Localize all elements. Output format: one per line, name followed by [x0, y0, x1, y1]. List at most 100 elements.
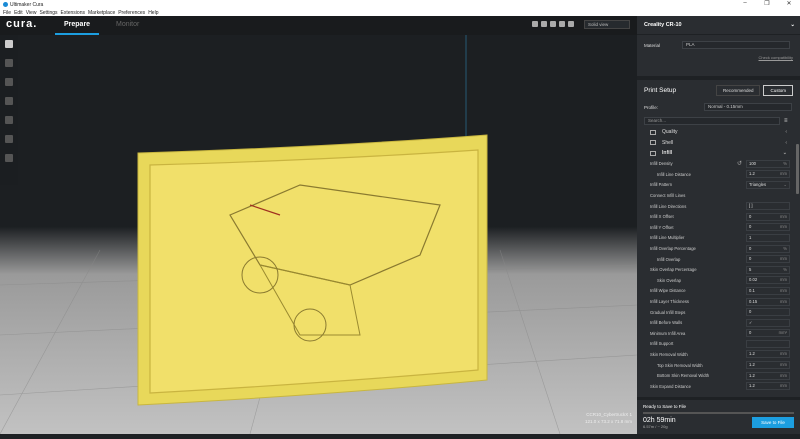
- save-to-file-button[interactable]: Save to File: [752, 417, 794, 428]
- check-compatibility-link[interactable]: Check compatibility: [637, 49, 800, 60]
- menu-item[interactable]: Marketplace: [88, 10, 115, 16]
- minimize-button[interactable]: –: [734, 0, 756, 7]
- tab-monitor[interactable]: Monitor: [116, 21, 139, 28]
- scrollbar[interactable]: [796, 144, 799, 194]
- setting-value-field[interactable]: 0%: [746, 244, 790, 253]
- setting-value-field[interactable]: ✓: [746, 318, 790, 327]
- setting-value: 1.2: [749, 383, 755, 389]
- rotate-tool-icon[interactable]: [5, 97, 13, 105]
- setting-value-field[interactable]: 0.1 mm: [746, 286, 790, 295]
- support-blocker-icon[interactable]: [5, 154, 13, 162]
- setting-value-field[interactable]: Triangles ⌄: [746, 180, 790, 189]
- setting-value-field[interactable]: 1.2 mm: [746, 371, 790, 380]
- setting-unit: mm: [780, 171, 787, 177]
- setting-row: Infill Line Multiplier 1: [637, 233, 800, 244]
- setting-value: 1.2: [749, 372, 755, 378]
- move-tool-icon[interactable]: [5, 59, 13, 67]
- setting-value-field[interactable]: [ ]: [746, 202, 790, 211]
- view-mode-select[interactable]: Solid view: [584, 20, 630, 29]
- setting-row: Infill Overlap Percentage 0%: [637, 243, 800, 254]
- mirror-tool-icon[interactable]: [5, 116, 13, 124]
- menu-bar: File Edit View Settings Extensions Marketplac…: [0, 9, 800, 16]
- view-top-icon[interactable]: [550, 21, 556, 27]
- setting-value-field[interactable]: [746, 339, 790, 348]
- close-button[interactable]: ✕: [778, 0, 800, 7]
- setting-value-field[interactable]: 0 mm²: [746, 329, 790, 338]
- setting-value: 0: [749, 213, 752, 219]
- material-select[interactable]: PLA: [682, 41, 790, 49]
- setting-row: Skin Overlap Percentage 5%: [637, 264, 800, 275]
- category-quality[interactable]: Quality ‹: [637, 127, 800, 138]
- setting-value-field[interactable]: 0 mm: [746, 255, 790, 264]
- setting-row: Infill Support: [637, 339, 800, 350]
- profile-select[interactable]: Normal - 0.15mm: [704, 103, 792, 111]
- 3d-viewport[interactable]: [0, 35, 638, 435]
- setting-value-field[interactable]: 0 mm: [746, 212, 790, 221]
- menu-item[interactable]: Edit: [14, 10, 23, 16]
- settings-search-input[interactable]: Search...: [644, 117, 780, 125]
- setting-value-field[interactable]: 1.2 mm: [746, 361, 790, 370]
- per-model-settings-icon[interactable]: [5, 135, 13, 143]
- setting-unit: mm: [780, 256, 787, 262]
- setting-unit: mm: [780, 224, 787, 230]
- setting-value: 1.2: [749, 362, 755, 368]
- setting-row: Infill X Offset 0 mm: [637, 211, 800, 222]
- setting-value: 1.2: [749, 171, 755, 177]
- setting-value-field[interactable]: 1.2 mm: [746, 350, 790, 359]
- view-front-icon[interactable]: [541, 21, 547, 27]
- setting-value-field[interactable]: 0.02 mm: [746, 276, 790, 285]
- progress-bar: [643, 412, 794, 414]
- setting-label: Skin Overlap Percentage: [650, 267, 697, 273]
- view-3d-icon[interactable]: [532, 21, 538, 27]
- object-info: CCR10_CybertruckX 1 121.0 x 73.2 x 71.8 m…: [560, 411, 632, 425]
- menu-icon[interactable]: ≡: [784, 118, 788, 124]
- chevron-down-icon: ⌄: [790, 22, 795, 28]
- menu-item[interactable]: View: [26, 10, 37, 16]
- category-shell[interactable]: Shell ‹: [637, 138, 800, 149]
- category-icon: [650, 140, 656, 146]
- setting-label: Infill Line Distance: [657, 171, 691, 177]
- setting-value-field[interactable]: 100%: [746, 159, 790, 168]
- setting-value: [ ]: [749, 203, 753, 209]
- setting-value-field[interactable]: 0 mm: [746, 223, 790, 232]
- menu-item[interactable]: Extensions: [61, 10, 85, 16]
- open-file-icon[interactable]: [5, 40, 13, 48]
- header: cura. Prepare Monitor Solid view: [0, 16, 637, 35]
- setting-value-field[interactable]: 1: [746, 233, 790, 242]
- setting-unit: mm²: [778, 330, 787, 336]
- setting-label: Infill Layer Thickness: [650, 299, 690, 305]
- view-right-icon[interactable]: [568, 21, 574, 27]
- brand-logo: cura.: [6, 18, 38, 30]
- category-infill[interactable]: Infill ⌄: [637, 148, 800, 159]
- menu-item[interactable]: Settings: [39, 10, 57, 16]
- setting-value-field[interactable]: 5%: [746, 265, 790, 274]
- status-text: Ready to Save to File: [643, 404, 687, 409]
- menu-item[interactable]: Preferences: [118, 10, 145, 16]
- cura-logo-icon: [3, 2, 8, 7]
- menu-item[interactable]: Help: [148, 10, 158, 16]
- setting-row: Bottom Skin Removal Width 1.2 mm: [637, 370, 800, 381]
- maximize-button[interactable]: ❐: [756, 0, 778, 7]
- setting-label: Gradual Infill Steps: [650, 309, 686, 315]
- setting-value: Triangles: [749, 181, 767, 187]
- menu-item[interactable]: File: [3, 10, 11, 16]
- chevron-icon: ‹: [785, 129, 787, 136]
- setting-value-field[interactable]: 0: [746, 308, 790, 317]
- setting-row: Minimum Infill Area 0 mm²: [637, 328, 800, 339]
- setting-value-field[interactable]: 1.2 mm: [746, 170, 790, 179]
- setting-value-field[interactable]: 0.15 mm: [746, 297, 790, 306]
- printer-selector[interactable]: Creality CR-10 ⌄: [637, 16, 800, 35]
- setting-unit: mm: [780, 383, 787, 389]
- setting-value-field[interactable]: 1.2 mm: [746, 382, 790, 391]
- view-left-icon[interactable]: [559, 21, 565, 27]
- recommended-tab[interactable]: Recommended: [715, 85, 761, 96]
- setting-value: 1.2: [749, 351, 755, 357]
- printer-name: Creality CR-10: [644, 22, 682, 28]
- setting-unit: mm: [780, 287, 787, 293]
- tab-prepare[interactable]: Prepare: [54, 21, 100, 35]
- setting-label: Infill Pattern: [650, 182, 673, 188]
- custom-tab[interactable]: Custom: [763, 85, 793, 96]
- reset-icon[interactable]: ↺: [737, 160, 742, 167]
- setting-unit: mm: [780, 298, 787, 304]
- scale-tool-icon[interactable]: [5, 78, 13, 86]
